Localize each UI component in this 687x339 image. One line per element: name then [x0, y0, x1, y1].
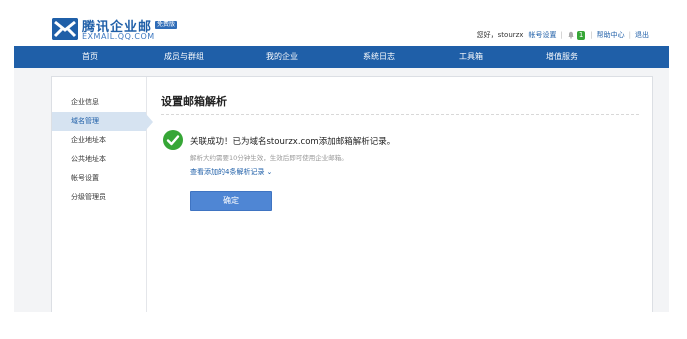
title-divider	[161, 114, 639, 115]
separator: |	[628, 31, 631, 39]
envelope-logo-icon	[52, 18, 78, 40]
help-center-link[interactable]: 帮助中心	[597, 30, 625, 40]
nav-item-my-enterprise[interactable]: 我的企业	[266, 46, 298, 68]
greeting-text: 您好，stourzx	[476, 31, 524, 39]
nav-item-members-groups[interactable]: 成员与群组	[164, 46, 204, 68]
settings-panel: 企业信息 域名管理 企业地址本 公共地址本 帐号设置 分级管理员 设置邮箱解析 …	[51, 76, 653, 312]
activation-note: 解析大约需要10分钟生效，生效后即可使用企业邮箱。	[190, 154, 348, 162]
exmail-logo[interactable]: 腾讯企业邮 免费版 EXMAIL.QQ.COM	[52, 18, 178, 42]
bell-icon[interactable]	[567, 31, 575, 39]
view-records-label: 查看添加的4条解析记录	[190, 168, 265, 176]
logo-subtitle: EXMAIL.QQ.COM	[82, 32, 155, 41]
separator: |	[560, 31, 563, 39]
sidebar-item-domain-management[interactable]: 域名管理	[52, 112, 153, 131]
top-header: 腾讯企业邮 免费版 EXMAIL.QQ.COM 您好，stourzx 帐号设置 …	[14, 10, 669, 46]
main-content: 设置邮箱解析 关联成功！已为域名stourzx.com添加邮箱解析记录。 解析大…	[161, 77, 639, 312]
nav-item-value-added-services[interactable]: 增值服务	[546, 46, 578, 68]
confirm-button[interactable]: 确定	[190, 191, 272, 211]
view-records-link[interactable]: 查看添加的4条解析记录 ⌄	[190, 167, 272, 177]
page-title: 设置邮箱解析	[161, 95, 227, 108]
nav-item-system-log[interactable]: 系统日志	[363, 46, 395, 68]
sidebar-item-account-settings[interactable]: 帐号设置	[52, 169, 146, 188]
sidebar-item-public-address-book[interactable]: 公共地址本	[52, 150, 146, 169]
account-settings-link[interactable]: 帐号设置	[528, 30, 556, 40]
chevron-down-icon: ⌄	[266, 168, 273, 176]
free-edition-badge: 免费版	[155, 21, 178, 29]
logout-link[interactable]: 退出	[635, 30, 649, 40]
sidebar-item-tiered-admins[interactable]: 分级管理员	[52, 188, 146, 207]
separator: |	[590, 31, 593, 39]
nav-item-home[interactable]: 首页	[82, 46, 98, 68]
success-check-icon	[163, 130, 183, 150]
sidebar-item-enterprise-info[interactable]: 企业信息	[52, 93, 146, 112]
success-message: 关联成功！已为域名stourzx.com添加邮箱解析记录。	[190, 137, 396, 147]
main-nav: 首页 成员与群组 我的企业 系统日志 工具箱 增值服务	[14, 46, 669, 68]
nav-item-toolbox[interactable]: 工具箱	[459, 46, 483, 68]
app-frame: 腾讯企业邮 免费版 EXMAIL.QQ.COM 您好，stourzx 帐号设置 …	[14, 10, 669, 312]
settings-sidebar: 企业信息 域名管理 企业地址本 公共地址本 帐号设置 分级管理员	[52, 77, 153, 312]
notification-count-badge[interactable]: 1	[576, 30, 586, 40]
sidebar-item-enterprise-address-book[interactable]: 企业地址本	[52, 131, 146, 150]
user-toolbar: 您好，stourzx 帐号设置 | 1 | 帮助中心 | 退出	[477, 30, 649, 40]
